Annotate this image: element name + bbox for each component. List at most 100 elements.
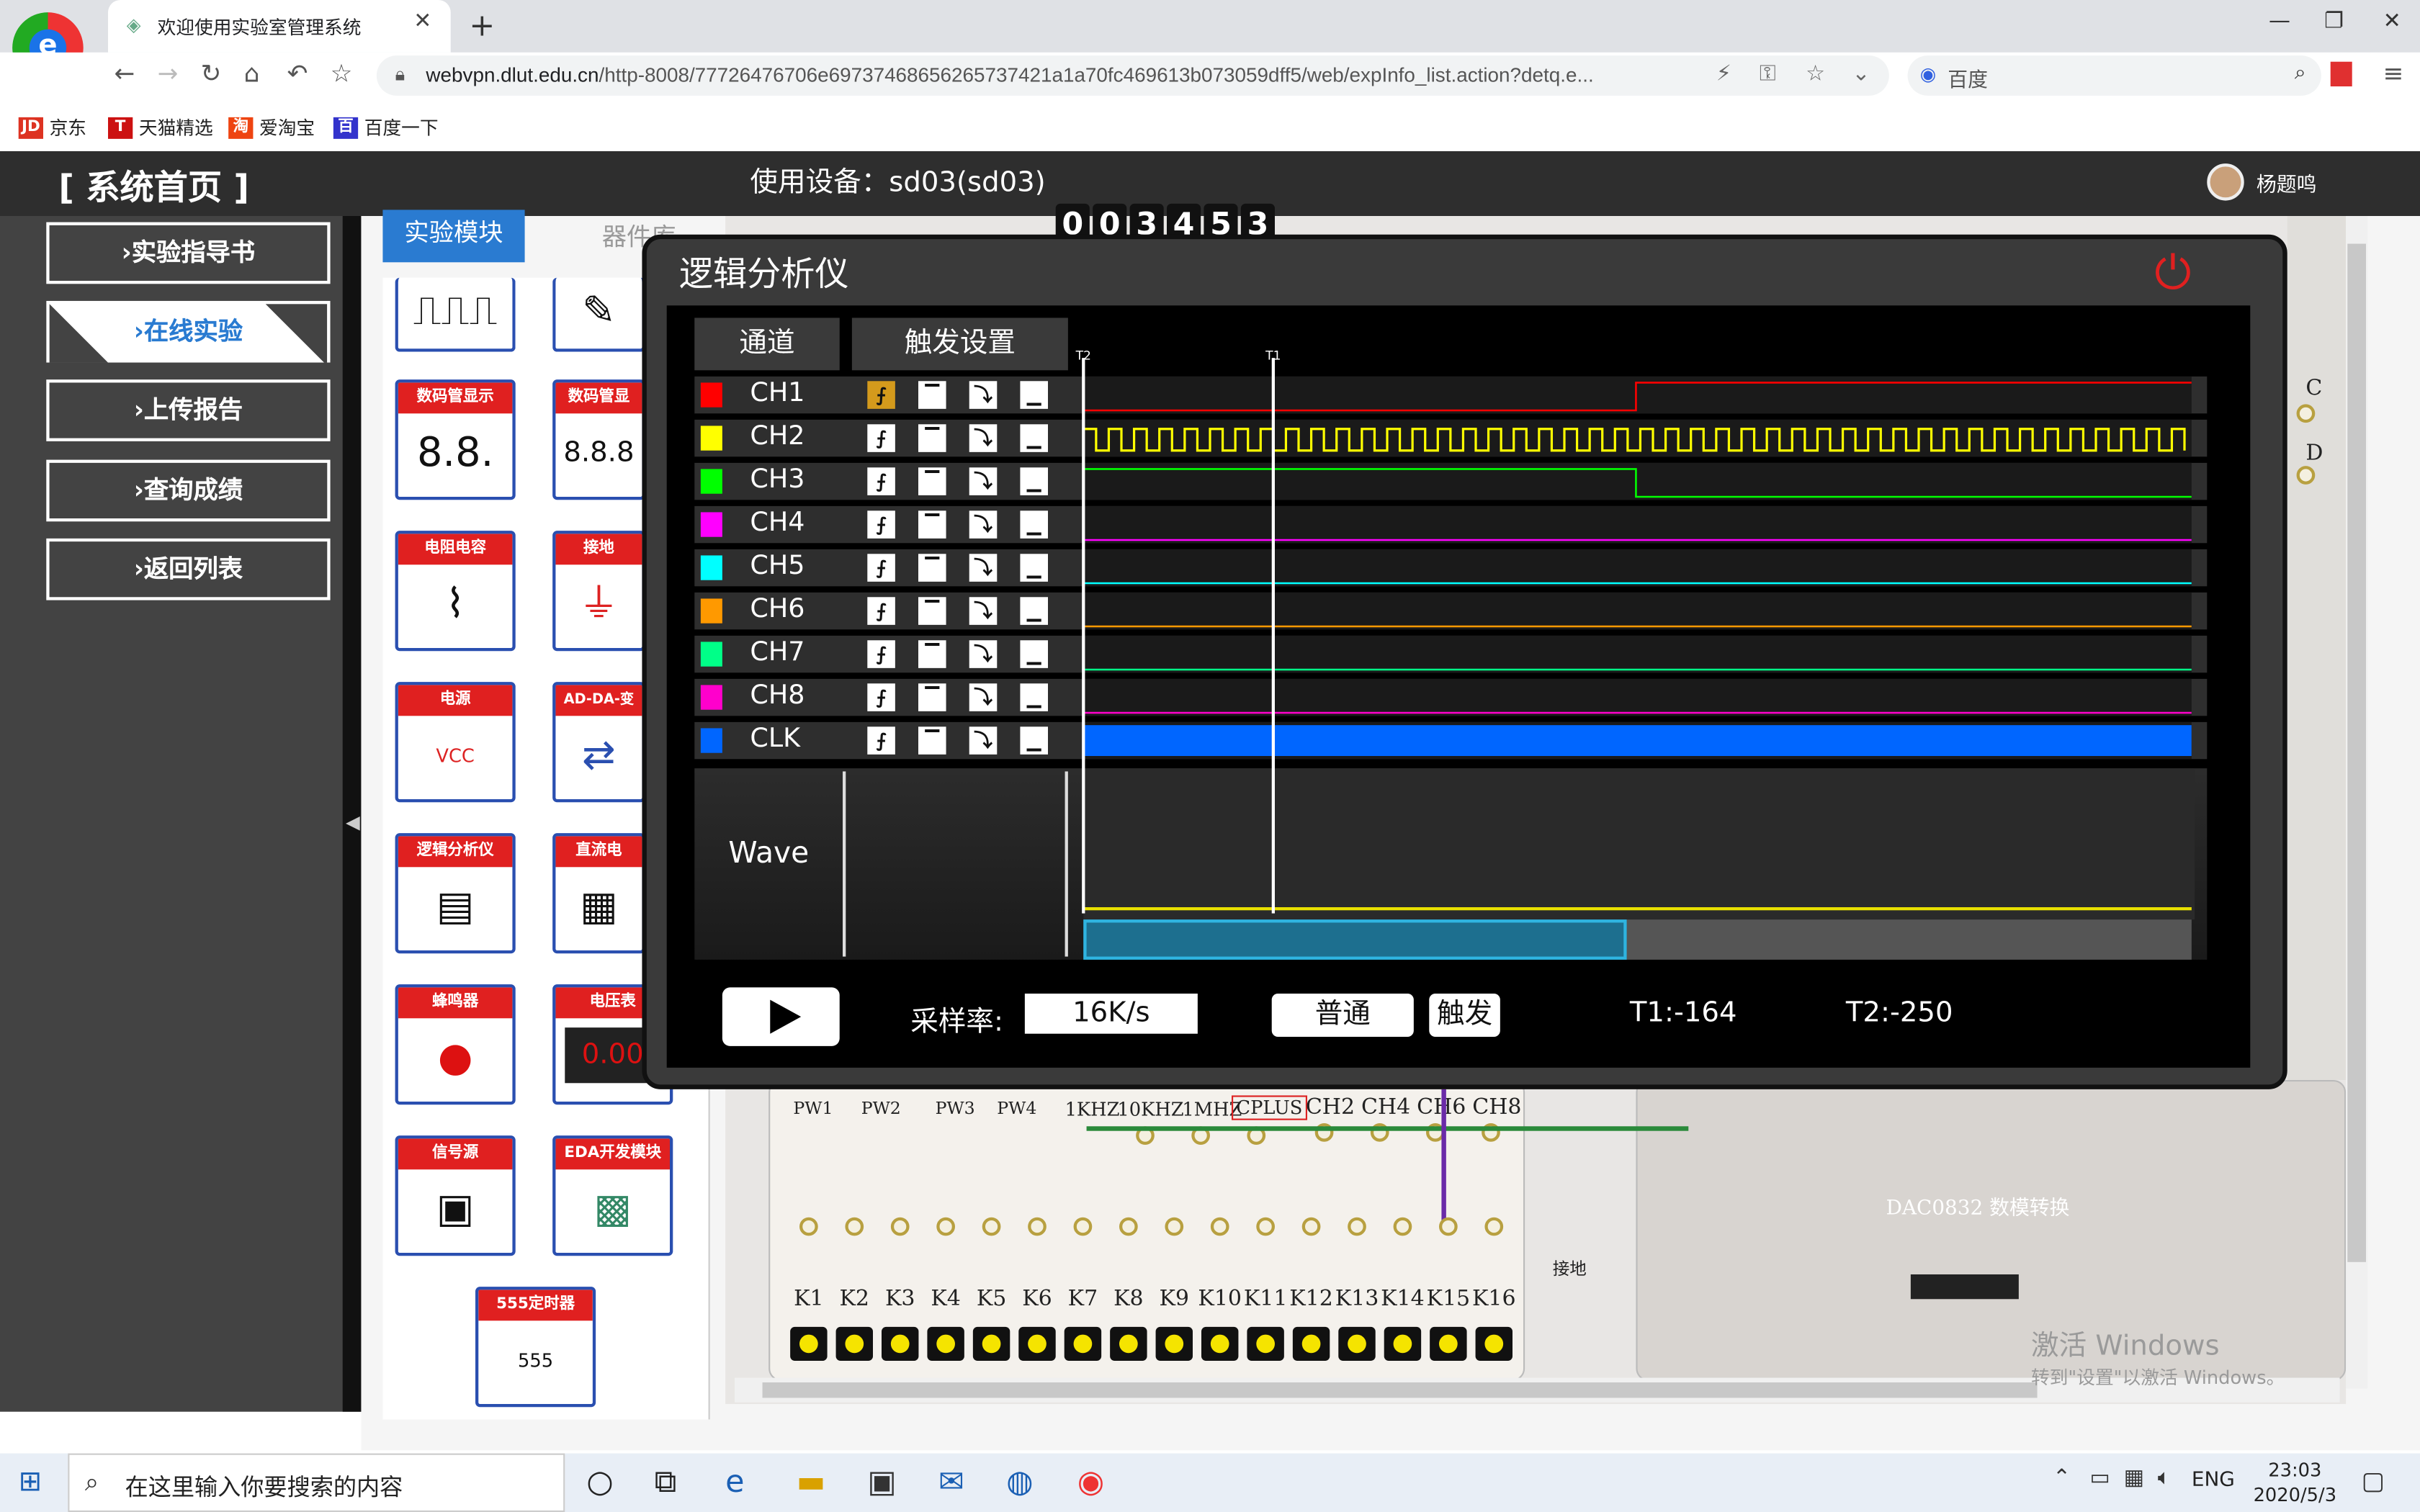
trigger-high-button[interactable]: ▔ <box>918 424 946 452</box>
bookmark-taobao[interactable]: 淘爱淘宝 <box>228 114 315 140</box>
module-display-2[interactable]: 数码管显示 8.8. <box>395 379 516 500</box>
pin[interactable] <box>2296 404 2316 423</box>
key-icon[interactable]: ⚿ <box>1760 62 1776 86</box>
minimize-button[interactable]: — <box>2269 9 2290 34</box>
channel-row[interactable]: CLK ⨍ ▔ ⤵ ▁ <box>694 721 2208 760</box>
channel-row[interactable]: CH3 ⨍ ▔ ⤵ ▁ <box>694 462 2208 500</box>
channel-row[interactable]: CH6 ⨍ ▔ ⤵ ▁ <box>694 592 2208 630</box>
cursor-t2[interactable] <box>1082 358 1085 914</box>
bookmark-baidu[interactable]: 百百度一下 <box>333 114 439 140</box>
trigger-low-button[interactable]: ▁ <box>1020 381 1048 409</box>
wave-overview[interactable] <box>1083 768 2195 920</box>
mail-icon[interactable]: ✉ <box>938 1462 964 1499</box>
file-explorer-icon[interactable]: ▬ <box>797 1462 826 1499</box>
restore-button[interactable]: ❐ <box>2324 9 2344 34</box>
trigger-falling-button[interactable]: ⤵ <box>969 683 998 711</box>
search-box[interactable]: ◉ 百度 ⌕ <box>1907 55 2321 96</box>
cortana-icon[interactable]: ○ <box>586 1462 613 1499</box>
bookmark-jd[interactable]: JD 京东 <box>18 114 86 140</box>
channel-row[interactable]: CH8 ⨍ ▔ ⤵ ▁ <box>694 678 2208 716</box>
store-icon[interactable]: ▣ <box>867 1462 897 1499</box>
mode-normal-button[interactable]: 普通 <box>1271 994 1414 1037</box>
trigger-settings-header[interactable]: 触发设置 <box>851 318 1068 371</box>
tab-close-icon[interactable]: ✕ <box>413 9 431 34</box>
trigger-rising-button[interactable]: ⨍ <box>867 510 895 539</box>
close-window-button[interactable]: ✕ <box>2383 9 2401 34</box>
trigger-falling-button[interactable]: ⤵ <box>969 554 998 582</box>
input-language[interactable]: ENG <box>2192 1469 2235 1492</box>
module-resistor[interactable]: 电阻电容 ⌇ <box>395 531 516 652</box>
trigger-high-button[interactable]: ▔ <box>918 467 946 495</box>
mode-trigger-button[interactable]: 触发 <box>1429 994 1500 1037</box>
module-power[interactable]: 电源 VCC <box>395 682 516 803</box>
trigger-high-button[interactable]: ▔ <box>918 554 946 582</box>
trigger-high-button[interactable]: ▔ <box>918 640 946 668</box>
power-icon[interactable]: ⏻ <box>2154 247 2191 301</box>
trigger-rising-button[interactable]: ⨍ <box>867 554 895 582</box>
edge-icon[interactable]: e <box>725 1462 744 1499</box>
star-icon[interactable]: ☆ <box>331 58 353 88</box>
trigger-low-button[interactable]: ▁ <box>1020 597 1048 625</box>
module-dc-supply[interactable]: 直流电 ▦ <box>552 833 645 954</box>
trigger-high-button[interactable]: ▔ <box>918 597 946 625</box>
avatar[interactable] <box>2207 163 2244 201</box>
pdf-icon[interactable] <box>2330 61 2352 86</box>
module-pulse[interactable]: ⎍⎍⎍ <box>395 277 516 352</box>
trigger-rising-button[interactable]: ⨍ <box>867 683 895 711</box>
pin[interactable] <box>2296 466 2316 485</box>
trigger-rising-button[interactable]: ⨍ <box>867 467 895 495</box>
module-ground[interactable]: 接地 ⏚ <box>552 531 645 652</box>
collapse-icon[interactable]: ◀ <box>346 811 360 833</box>
trigger-high-button[interactable]: ▔ <box>918 683 946 711</box>
channel-row[interactable]: CH1 ⨍ ▔ ⤵ ▁ <box>694 376 2208 414</box>
trigger-falling-button[interactable]: ⤵ <box>969 424 998 452</box>
trigger-low-button[interactable]: ▁ <box>1020 640 1048 668</box>
module-555-timer[interactable]: 555定时器 555 <box>475 1287 596 1408</box>
trigger-rising-button[interactable]: ⨍ <box>867 726 895 755</box>
trigger-low-button[interactable]: ▁ <box>1020 683 1048 711</box>
trigger-low-button[interactable]: ▁ <box>1020 510 1048 539</box>
sidebar-item-grades[interactable]: ›查询成绩 <box>46 459 331 522</box>
user-name[interactable]: 杨题鸣 <box>2257 168 2317 197</box>
trigger-rising-button[interactable]: ⨍ <box>867 597 895 625</box>
browser-taskbar-icon[interactable]: ◉ <box>1077 1462 1104 1499</box>
sidebar-item-upload[interactable]: ›上传报告 <box>46 379 331 441</box>
bookmark-tmall[interactable]: T 天猫精选 <box>108 114 213 140</box>
trigger-low-button[interactable]: ▁ <box>1020 554 1048 582</box>
channel-row[interactable]: CH4 ⨍ ▔ ⤵ ▁ <box>694 505 2208 544</box>
notification-icon[interactable]: ▢ <box>2362 1466 2385 1495</box>
trigger-rising-button[interactable]: ⨍ <box>867 424 895 452</box>
reload-icon[interactable]: ↻ <box>201 58 222 88</box>
trigger-falling-button[interactable]: ⤵ <box>969 640 998 668</box>
tray-chevron-icon[interactable]: ⌃ <box>2053 1466 2071 1490</box>
vertical-scroll-thumb[interactable] <box>2347 243 2366 1262</box>
module-eda[interactable]: EDA开发模块 ▩ <box>552 1135 673 1256</box>
trigger-low-button[interactable]: ▁ <box>1020 424 1048 452</box>
channel-header[interactable]: 通道 <box>694 318 840 371</box>
forward-icon[interactable]: → <box>158 58 179 88</box>
trigger-low-button[interactable]: ▁ <box>1020 467 1048 495</box>
menu-icon[interactable]: ≡ <box>2383 58 2404 88</box>
chevron-down-icon[interactable]: ⌄ <box>1852 62 1870 86</box>
module-logic-analyzer[interactable]: 逻辑分析仪 ▤ <box>395 833 516 954</box>
trigger-rising-button[interactable]: ⨍ <box>867 381 895 409</box>
home-icon[interactable]: ⌂ <box>244 58 260 88</box>
taskbar-search[interactable]: ⌕ 在这里输入你要搜索的内容 <box>68 1453 565 1512</box>
trigger-falling-button[interactable]: ⤵ <box>969 381 998 409</box>
trigger-high-button[interactable]: ▔ <box>918 381 946 409</box>
home-link[interactable]: [ 系统首页 ] <box>58 161 249 210</box>
sidebar-item-back[interactable]: ›返回列表 <box>46 538 331 600</box>
module-led[interactable]: ✎ <box>552 277 645 352</box>
bookmark-star-icon[interactable]: ☆ <box>1806 62 1825 86</box>
new-tab-button[interactable]: + <box>469 6 495 43</box>
cursor-t1[interactable] <box>1271 358 1275 914</box>
search-icon[interactable]: ⌕ <box>2295 62 2306 85</box>
horizontal-scroll-thumb[interactable] <box>762 1382 2038 1398</box>
network-icon[interactable]: ▦ <box>2124 1466 2144 1490</box>
channel-row[interactable]: CH5 ⨍ ▔ ⤵ ▁ <box>694 549 2208 587</box>
trigger-falling-button[interactable]: ⤵ <box>969 597 998 625</box>
sidebar-item-online-experiment[interactable]: ›在线实验 <box>46 300 331 363</box>
trigger-falling-button[interactable]: ⤵ <box>969 510 998 539</box>
trigger-high-button[interactable]: ▔ <box>918 510 946 539</box>
tab-experiment-modules[interactable]: 实验模块 <box>382 210 525 263</box>
